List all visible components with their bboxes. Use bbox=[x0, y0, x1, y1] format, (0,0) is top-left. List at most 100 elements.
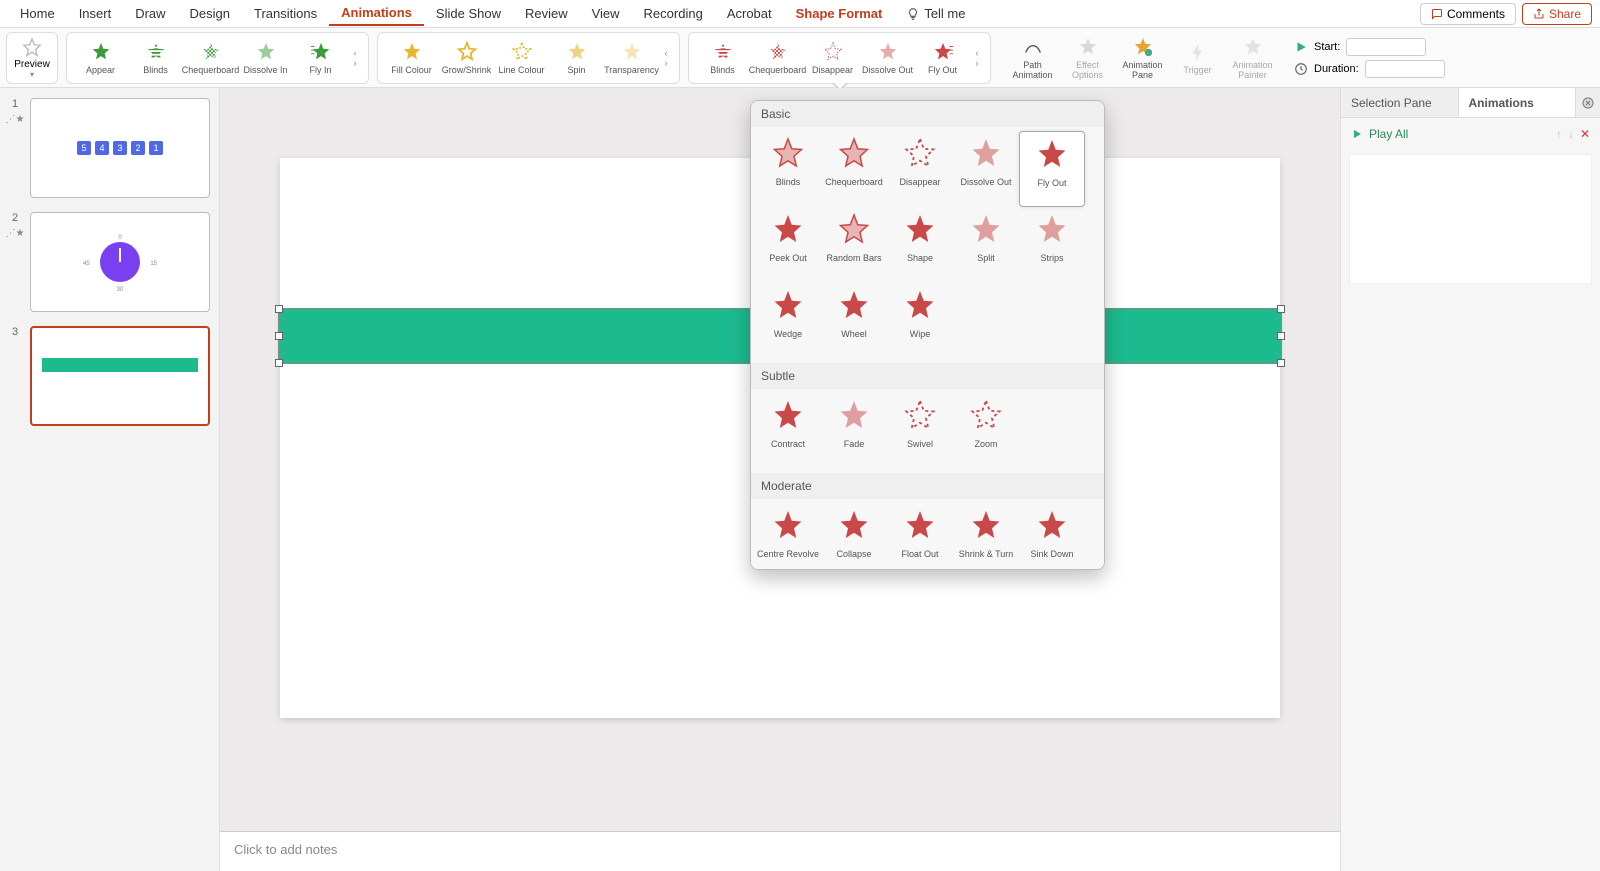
effect-dissolve-out[interactable]: Dissolve Out bbox=[860, 41, 915, 75]
effect-fill-colour[interactable]: Fill Colour bbox=[384, 41, 439, 75]
resize-handle[interactable] bbox=[275, 332, 283, 340]
gallery-section-subtle: Subtle bbox=[751, 363, 1104, 389]
gallery-item-collapse[interactable]: Collapse bbox=[821, 503, 887, 570]
entrance-more[interactable]: ‹› bbox=[348, 48, 362, 68]
preview-button[interactable]: Preview ▾ bbox=[6, 32, 58, 84]
effect-grow-shrink[interactable]: Grow/Shrink bbox=[439, 41, 494, 75]
gallery-item-wipe[interactable]: Wipe bbox=[887, 283, 953, 359]
tab-recording[interactable]: Recording bbox=[632, 2, 715, 25]
tab-insert[interactable]: Insert bbox=[67, 2, 124, 25]
animation-tools-group: Path Animation Effect Options Animation … bbox=[999, 32, 1286, 84]
clock-icon bbox=[1294, 62, 1308, 76]
effect-spin[interactable]: Spin bbox=[549, 41, 604, 75]
start-input[interactable] bbox=[1346, 38, 1426, 56]
slide-thumbnails: 1⋰★ 5 4 3 2 1 2⋰★ 0 15 30 45 3 bbox=[0, 88, 220, 871]
gallery-item-centre-revolve[interactable]: Centre Revolve bbox=[755, 503, 821, 570]
gallery-item-chequerboard[interactable]: Chequerboard bbox=[821, 131, 887, 207]
gallery-item-wedge[interactable]: Wedge bbox=[755, 283, 821, 359]
gallery-item-float-out[interactable]: Float Out bbox=[887, 503, 953, 570]
ribbon: Preview ▾ Appear Blinds Chequerboard Dis… bbox=[0, 28, 1600, 88]
gallery-item-zoom[interactable]: Zoom bbox=[953, 393, 1019, 469]
resize-handle[interactable] bbox=[1277, 332, 1285, 340]
emphasis-more[interactable]: ‹› bbox=[659, 48, 673, 68]
animation-painter[interactable]: Animation Painter bbox=[1225, 36, 1280, 80]
gallery-section-basic: Basic bbox=[751, 101, 1104, 127]
tab-view[interactable]: View bbox=[580, 2, 632, 25]
pane-close-button[interactable] bbox=[1576, 88, 1600, 117]
gallery-item-fly-out[interactable]: Fly Out bbox=[1019, 131, 1085, 207]
star-icon bbox=[769, 287, 807, 325]
comment-icon bbox=[1431, 8, 1443, 20]
tab-transitions[interactable]: Transitions bbox=[242, 2, 329, 25]
tab-review[interactable]: Review bbox=[513, 2, 580, 25]
preview-icon bbox=[21, 37, 43, 59]
resize-handle[interactable] bbox=[275, 305, 283, 313]
menu-bar: Home Insert Draw Design Transitions Anim… bbox=[0, 0, 1600, 28]
slide-thumb-2[interactable]: 0 15 30 45 bbox=[30, 212, 210, 312]
gallery-item-dissolve-out[interactable]: Dissolve Out bbox=[953, 131, 1019, 207]
star-icon bbox=[835, 135, 873, 173]
effect-chequerboard-out[interactable]: Chequerboard bbox=[750, 41, 805, 75]
comments-button[interactable]: Comments bbox=[1420, 3, 1516, 25]
tab-slideshow[interactable]: Slide Show bbox=[424, 2, 513, 25]
tab-shape-format[interactable]: Shape Format bbox=[784, 2, 895, 25]
tab-draw[interactable]: Draw bbox=[123, 2, 177, 25]
exit-more[interactable]: ‹› bbox=[970, 48, 984, 68]
move-down-button[interactable]: ↓ bbox=[1568, 127, 1574, 141]
animation-pane[interactable]: Animation Pane bbox=[1115, 36, 1170, 80]
slide-thumb-1[interactable]: 5 4 3 2 1 bbox=[30, 98, 210, 198]
duration-input[interactable] bbox=[1365, 60, 1445, 78]
animation-indicator-icon: ⋰★ bbox=[6, 114, 25, 125]
gallery-item-contract[interactable]: Contract bbox=[755, 393, 821, 469]
effect-disappear[interactable]: Disappear bbox=[805, 41, 860, 75]
gallery-item-wheel[interactable]: Wheel bbox=[821, 283, 887, 359]
star-icon bbox=[901, 211, 939, 249]
resize-handle[interactable] bbox=[1277, 305, 1285, 313]
effect-dissolve-in[interactable]: Dissolve In bbox=[238, 41, 293, 75]
gallery-item-disappear[interactable]: Disappear bbox=[887, 131, 953, 207]
gallery-item-shape[interactable]: Shape bbox=[887, 207, 953, 283]
gallery-item-swivel[interactable]: Swivel bbox=[887, 393, 953, 469]
star-icon bbox=[967, 507, 1005, 545]
effect-fly-out[interactable]: Fly Out bbox=[915, 41, 970, 75]
entrance-effects-group: Appear Blinds Chequerboard Dissolve In F… bbox=[66, 32, 369, 84]
gallery-item-random-bars[interactable]: Random Bars bbox=[821, 207, 887, 283]
lightbulb-icon bbox=[906, 7, 920, 21]
timing-group: Start: Duration: bbox=[1294, 38, 1445, 78]
path-animation[interactable]: Path Animation bbox=[1005, 36, 1060, 80]
gallery-item-sink-down[interactable]: Sink Down bbox=[1019, 503, 1085, 570]
gallery-item-strips[interactable]: Strips bbox=[1019, 207, 1085, 283]
gallery-item-shrink-turn[interactable]: Shrink & Turn bbox=[953, 503, 1019, 570]
move-up-button[interactable]: ↑ bbox=[1556, 127, 1562, 141]
play-all-button[interactable]: Play All bbox=[1369, 127, 1408, 141]
resize-handle[interactable] bbox=[1277, 359, 1285, 367]
tab-design[interactable]: Design bbox=[178, 2, 242, 25]
share-button[interactable]: Share bbox=[1522, 3, 1592, 25]
effect-line-colour[interactable]: Line Colour bbox=[494, 41, 549, 75]
selection-pane-tab[interactable]: Selection Pane bbox=[1341, 88, 1459, 117]
effect-transparency[interactable]: Transparency bbox=[604, 41, 659, 75]
gallery-item-blinds[interactable]: Blinds bbox=[755, 131, 821, 207]
gallery-item-split[interactable]: Split bbox=[953, 207, 1019, 283]
notes-pane[interactable]: Click to add notes bbox=[220, 831, 1340, 871]
animations-pane-tab[interactable]: Animations bbox=[1459, 88, 1577, 117]
slide-thumb-3[interactable] bbox=[30, 326, 210, 426]
delete-animation-button[interactable]: ✕ bbox=[1580, 127, 1590, 141]
star-icon bbox=[835, 507, 873, 545]
effect-appear[interactable]: Appear bbox=[73, 41, 128, 75]
gallery-item-peek-out[interactable]: Peek Out bbox=[755, 207, 821, 283]
effect-options[interactable]: Effect Options bbox=[1060, 36, 1115, 80]
resize-handle[interactable] bbox=[275, 359, 283, 367]
effect-chequerboard-in[interactable]: Chequerboard bbox=[183, 41, 238, 75]
tab-home[interactable]: Home bbox=[8, 2, 67, 25]
exit-effects-gallery: Basic BlindsChequerboardDisappearDissolve… bbox=[750, 100, 1105, 570]
effect-fly-in[interactable]: Fly In bbox=[293, 41, 348, 75]
tab-animations[interactable]: Animations bbox=[329, 1, 424, 26]
effect-blinds-in[interactable]: Blinds bbox=[128, 41, 183, 75]
star-icon bbox=[1033, 507, 1071, 545]
effect-blinds-out[interactable]: Blinds bbox=[695, 41, 750, 75]
trigger[interactable]: Trigger bbox=[1170, 41, 1225, 75]
tab-acrobat[interactable]: Acrobat bbox=[715, 2, 784, 25]
tell-me[interactable]: Tell me bbox=[894, 2, 977, 25]
gallery-item-fade[interactable]: Fade bbox=[821, 393, 887, 469]
